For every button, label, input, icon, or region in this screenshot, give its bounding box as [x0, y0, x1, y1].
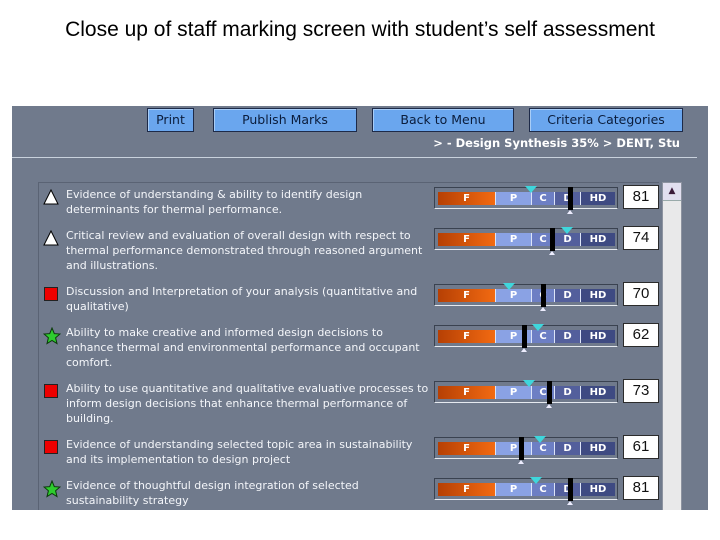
staff-mark-pointer-icon	[518, 460, 525, 464]
score-field[interactable]: 73	[623, 379, 659, 403]
scroll-up-arrow-icon[interactable]: ▲	[663, 183, 681, 201]
staff-mark-pointer-icon	[548, 251, 555, 255]
red-square-icon	[43, 439, 59, 455]
grade-slider[interactable]: FPCDHD	[434, 477, 618, 505]
green-star-icon	[42, 479, 62, 498]
green-star-icon	[42, 326, 62, 345]
staff-mark-pointer-icon	[539, 307, 546, 311]
grade-slider[interactable]: FPCDHD	[434, 324, 618, 352]
criterion-text: Evidence of understanding selected topic…	[66, 438, 413, 466]
grade-band-c[interactable]: C	[531, 483, 554, 496]
grade-band-f[interactable]: F	[438, 386, 495, 399]
score-field[interactable]: 74	[623, 226, 659, 250]
criterion-text: Discussion and Interpretation of your an…	[66, 285, 418, 313]
grade-band-c[interactable]: C	[531, 442, 554, 455]
grade-band-f[interactable]: F	[438, 289, 495, 302]
staff-mark-handle[interactable]	[540, 284, 546, 307]
grade-slider[interactable]: FPCDHD	[434, 436, 618, 464]
grade-band-hd[interactable]: HD	[580, 330, 615, 343]
publish-marks-button[interactable]: Publish Marks	[213, 108, 357, 132]
grade-band-p[interactable]: P	[495, 233, 531, 246]
grade-band-p[interactable]: P	[495, 192, 531, 205]
breadcrumb: > - Design Synthesis 35% > DENT, Stu	[433, 136, 680, 150]
grade-band-d[interactable]: D	[554, 442, 580, 455]
criterion-text: Evidence of thoughtful design integratio…	[66, 479, 359, 507]
grade-band-f[interactable]: F	[438, 330, 495, 343]
grade-band-hd[interactable]: HD	[580, 442, 615, 455]
self-assessment-marker-icon	[503, 283, 516, 290]
grade-slider[interactable]: FPCDHD	[434, 186, 618, 214]
score-field[interactable]: 81	[623, 476, 659, 500]
divider	[12, 157, 697, 158]
grade-band-f[interactable]: F	[438, 442, 495, 455]
score-field[interactable]: 62	[623, 323, 659, 347]
grade-band-p[interactable]: P	[495, 483, 531, 496]
grade-band-hd[interactable]: HD	[580, 233, 615, 246]
self-assessment-marker-icon	[534, 436, 547, 443]
grade-band-f[interactable]: F	[438, 483, 495, 496]
staff-mark-handle[interactable]	[521, 325, 527, 348]
staff-mark-handle[interactable]	[567, 187, 573, 210]
criterion-text: Evidence of understanding & ability to i…	[66, 188, 363, 216]
score-field[interactable]: 70	[623, 282, 659, 306]
criterion-text: Critical review and evaluation of overal…	[66, 229, 423, 272]
self-assessment-marker-icon	[522, 380, 535, 387]
score-field[interactable]: 81	[623, 185, 659, 209]
criterion-text: Ability to use quantitative and qualitat…	[66, 382, 429, 425]
self-assessment-marker-icon	[531, 324, 544, 331]
grade-band-p[interactable]: P	[495, 386, 531, 399]
criteria-list: Evidence of understanding & ability to i…	[38, 182, 659, 510]
grade-slider[interactable]: FPCDHD	[434, 227, 618, 255]
slide-caption: Close up of staff marking screen with st…	[65, 18, 655, 41]
grade-slider[interactable]: FPCDHD	[434, 380, 618, 408]
grade-band-d[interactable]: D	[554, 330, 580, 343]
grade-band-p[interactable]: P	[495, 442, 531, 455]
staff-mark-handle[interactable]	[519, 437, 525, 460]
criteria-categories-button[interactable]: Criteria Categories	[529, 108, 683, 132]
red-square-icon	[43, 383, 59, 399]
grade-band-f[interactable]: F	[438, 233, 495, 246]
print-button[interactable]: Print	[147, 108, 194, 132]
vertical-scrollbar[interactable]: ▲	[662, 182, 682, 510]
grade-band-c[interactable]: C	[531, 192, 554, 205]
grade-band-hd[interactable]: HD	[580, 192, 615, 205]
grade-band-hd[interactable]: HD	[580, 483, 615, 496]
grade-band-hd[interactable]: HD	[580, 289, 615, 302]
grade-band-hd[interactable]: HD	[580, 386, 615, 399]
grade-band-d[interactable]: D	[554, 386, 580, 399]
staff-mark-pointer-icon	[566, 210, 573, 214]
grade-band-f[interactable]: F	[438, 192, 495, 205]
staff-mark-pointer-icon	[546, 404, 553, 408]
grade-band-p[interactable]: P	[495, 289, 531, 302]
back-to-menu-button[interactable]: Back to Menu	[372, 108, 514, 132]
grade-band-c[interactable]: C	[531, 330, 554, 343]
white-triangle-icon	[43, 188, 59, 205]
staff-mark-handle[interactable]	[547, 381, 553, 404]
grade-band-d[interactable]: D	[554, 289, 580, 302]
self-assessment-marker-icon	[529, 477, 542, 484]
self-assessment-marker-icon	[561, 227, 573, 234]
self-assessment-marker-icon	[525, 186, 537, 193]
staff-mark-pointer-icon	[520, 348, 527, 352]
grade-band-d[interactable]: D	[554, 233, 580, 246]
grade-slider[interactable]: FPCDHD	[434, 283, 618, 311]
staff-mark-handle[interactable]	[567, 478, 573, 501]
marking-screen: Print Publish Marks Back to Menu Criteri…	[12, 106, 708, 510]
red-square-icon	[43, 286, 59, 302]
white-triangle-icon	[43, 229, 59, 246]
staff-mark-handle[interactable]	[549, 228, 555, 251]
staff-mark-pointer-icon	[566, 501, 573, 505]
score-field[interactable]: 61	[623, 435, 659, 459]
criterion-text: Ability to make creative and informed de…	[66, 326, 420, 369]
